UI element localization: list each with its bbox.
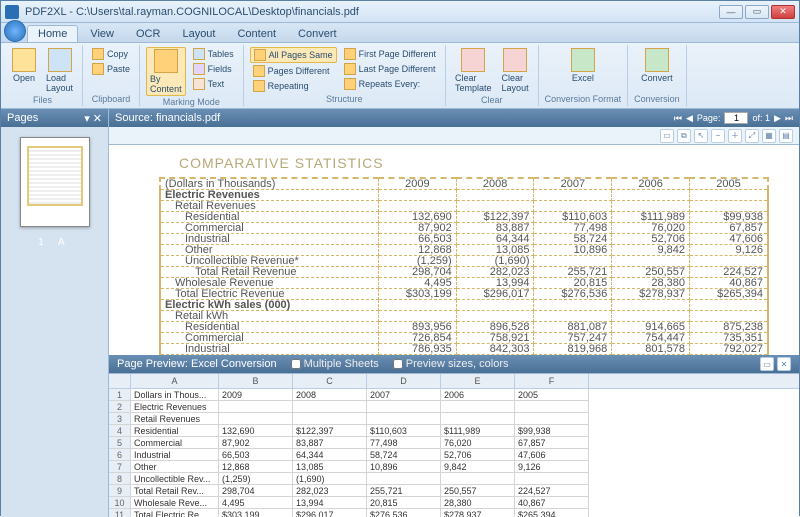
tool-fit-icon[interactable]: ⤢ xyxy=(745,129,759,143)
nav-prev-icon[interactable]: ◀ xyxy=(686,113,693,124)
page-thumbnail[interactable] xyxy=(20,137,90,227)
text-icon xyxy=(193,78,205,90)
nav-last-icon[interactable]: ⏭ xyxy=(785,113,793,124)
source-title: Source: financials.pdf xyxy=(115,112,220,124)
repeating-button[interactable]: Repeating xyxy=(250,79,337,93)
field-icon xyxy=(193,63,205,75)
preview-close-icon[interactable]: ✕ xyxy=(777,357,791,371)
nav-first-icon[interactable]: ⏮ xyxy=(674,113,682,124)
clear-template-icon xyxy=(461,48,485,72)
preview-expand-icon[interactable]: ▭ xyxy=(760,357,774,371)
excel-preview[interactable]: ABCDEF 1Dollars in Thous...2009200820072… xyxy=(109,373,799,517)
pages-diff-icon xyxy=(253,65,265,77)
group-files-label: Files xyxy=(33,95,52,105)
preview-title: Page Preview: Excel Conversion xyxy=(117,358,277,370)
app-orb-button[interactable] xyxy=(4,20,26,42)
clear-layout-icon xyxy=(503,48,527,72)
minimize-button[interactable]: — xyxy=(719,5,743,19)
clear-layout-button[interactable]: Clear Layout xyxy=(499,47,532,94)
pdf-table[interactable]: (Dollars in Thousands)200920082007200620… xyxy=(159,177,769,355)
preview-sizes-checkbox[interactable]: Preview sizes, colors xyxy=(393,358,509,370)
doc-toolbar: ▭ ⧉ ↖ − ＋ ⤢ ▦ ▤ xyxy=(109,127,799,145)
doc-title: COMPARATIVE STATISTICS xyxy=(179,155,789,171)
tool-select-icon[interactable]: ▭ xyxy=(660,129,674,143)
layout-icon xyxy=(48,48,72,72)
clear-template-button[interactable]: Clear Template xyxy=(452,47,495,94)
group-structure-label: Structure xyxy=(326,94,363,104)
excel-icon xyxy=(571,48,595,72)
window-title: PDF2XL - C:\Users\tal.rayman.COGNILOCAL\… xyxy=(25,6,719,18)
window-buttons: — ▭ ✕ xyxy=(719,5,795,19)
first-page-diff-button[interactable]: First Page Different xyxy=(341,47,439,61)
paste-button[interactable]: Paste xyxy=(89,62,133,76)
repeats-icon xyxy=(344,78,356,90)
text-button[interactable]: Text xyxy=(190,77,237,91)
pages-different-button[interactable]: Pages Different xyxy=(250,64,337,78)
repeats-every-button[interactable]: Repeats Every: xyxy=(341,77,439,91)
folder-icon xyxy=(12,48,36,72)
pages-panel-header: Pages ▾ ✕ xyxy=(1,109,108,127)
pages-panel: Pages ▾ ✕ 1 A xyxy=(1,109,109,517)
app-logo-icon xyxy=(5,5,19,19)
convert-button[interactable]: Convert xyxy=(638,47,676,84)
pages-icon xyxy=(254,49,266,61)
preview-header: Page Preview: Excel Conversion Multiple … xyxy=(109,355,799,373)
fields-button[interactable]: Fields xyxy=(190,62,237,76)
copy-icon xyxy=(92,48,104,60)
paste-icon xyxy=(92,63,104,75)
tool-zoomout-icon[interactable]: − xyxy=(711,129,725,143)
excel-format-button[interactable]: Excel xyxy=(568,47,598,84)
convert-icon xyxy=(645,48,669,72)
maximize-button[interactable]: ▭ xyxy=(745,5,769,19)
tool-pointer-icon[interactable]: ↖ xyxy=(694,129,708,143)
filter-icon[interactable]: ▾ ✕ xyxy=(84,112,102,125)
thumbnail-label: 1 A xyxy=(1,237,108,248)
tool-zoomin-icon[interactable]: ＋ xyxy=(728,129,742,143)
all-pages-same-button[interactable]: All Pages Same xyxy=(250,47,337,63)
repeat-icon xyxy=(253,80,265,92)
tab-home[interactable]: Home xyxy=(27,25,78,42)
tool-copy-icon[interactable]: ⧉ xyxy=(677,129,691,143)
ribbon-tabs: Home View OCR Layout Content Convert xyxy=(1,23,799,43)
group-conversion-format-label: Conversion Format xyxy=(545,94,622,104)
document-view[interactable]: COMPARATIVE STATISTICS (Dollars in Thous… xyxy=(109,145,799,355)
tool-more-icon[interactable]: ▤ xyxy=(779,129,793,143)
tab-layout[interactable]: Layout xyxy=(172,26,225,42)
tab-convert[interactable]: Convert xyxy=(288,26,347,42)
copy-button[interactable]: Copy xyxy=(89,47,131,61)
tab-content[interactable]: Content xyxy=(227,26,286,42)
group-clipboard-label: Clipboard xyxy=(92,94,131,104)
table-icon xyxy=(193,48,205,60)
tables-button[interactable]: Tables xyxy=(190,47,237,61)
last-page-diff-button[interactable]: Last Page Different xyxy=(341,62,439,76)
titlebar: PDF2XL - C:\Users\tal.rayman.COGNILOCAL\… xyxy=(1,1,799,23)
group-marking-label: Marking Mode xyxy=(163,97,220,107)
load-layout-button[interactable]: Load Layout xyxy=(43,47,76,94)
firstpage-icon xyxy=(344,48,356,60)
open-button[interactable]: Open xyxy=(9,47,39,84)
lastpage-icon xyxy=(344,63,356,75)
group-conversion-label: Conversion xyxy=(634,94,680,104)
page-number-input[interactable] xyxy=(724,112,748,124)
source-bar: Source: financials.pdf ⏮ ◀ Page: of: 1 ▶… xyxy=(109,109,799,127)
ribbon: Open Load Layout Files Copy Paste Clipbo… xyxy=(1,43,799,109)
tool-grid-icon[interactable]: ▦ xyxy=(762,129,776,143)
multiple-sheets-checkbox[interactable]: Multiple Sheets xyxy=(291,358,379,370)
tab-view[interactable]: View xyxy=(80,26,124,42)
group-clear-label: Clear xyxy=(481,95,503,105)
nav-next-icon[interactable]: ▶ xyxy=(774,113,781,124)
close-button[interactable]: ✕ xyxy=(771,5,795,19)
tab-ocr[interactable]: OCR xyxy=(126,26,170,42)
by-content-button[interactable]: By Content xyxy=(146,47,186,96)
content-icon xyxy=(154,49,178,73)
